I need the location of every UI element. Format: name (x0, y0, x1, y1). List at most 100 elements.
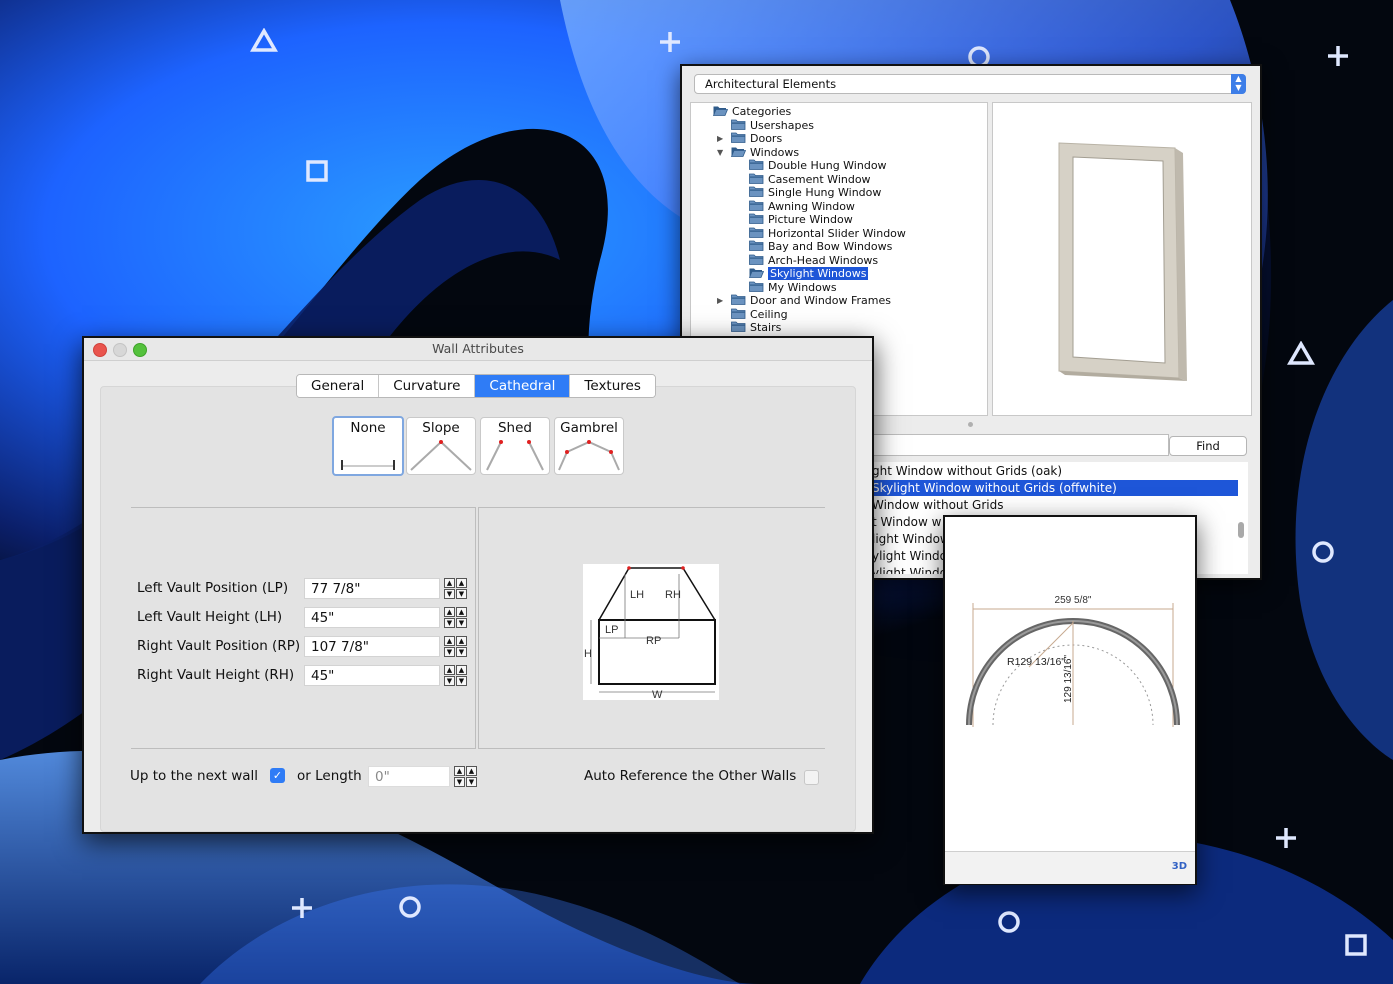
radius-label: R129 13/16" (1007, 656, 1065, 668)
folder-icon (731, 132, 746, 143)
length-input[interactable]: 0" (368, 766, 450, 787)
vault-diagram-panel: LH RH LP RP H W (478, 507, 825, 749)
disclosure-open-icon[interactable]: ▼ (717, 146, 723, 160)
result-item[interactable]: Skylight Window without Grids (offwhite) (862, 480, 1238, 496)
tree-item[interactable]: Single Hung Window (749, 186, 881, 200)
result-item-label: Skylight Window without Grids (offwhite) (872, 481, 1117, 495)
tree-item[interactable]: Casement Window (749, 173, 871, 187)
folder-open-icon (713, 105, 728, 116)
up-to-next-wall-checkbox[interactable]: ✓ (270, 768, 285, 783)
folder-icon (731, 119, 746, 130)
tree-item-label: Bay and Bow Windows (768, 240, 893, 253)
roof-none-button[interactable]: None (332, 416, 404, 476)
vault-field-stepper[interactable]: ▲ ▲ ▼ ▼ (444, 607, 468, 628)
folder-icon (749, 186, 764, 197)
result-item-label: ght Window without Grids (oak) (872, 464, 1063, 478)
tree-item[interactable]: ▶ Doors (717, 132, 783, 146)
folder-open-icon (731, 146, 746, 157)
tree-item[interactable]: ▶ Door and Window Frames (717, 294, 892, 308)
arch-elevation-drawing: 259 5/8" R129 13/16" 129 13/16" (966, 595, 1180, 727)
tree-item[interactable]: Ceiling (731, 308, 788, 322)
vault-field-label: Right Vault Position (RP) (137, 638, 301, 654)
circle-outline-icon (1310, 539, 1336, 565)
vault-field-stepper[interactable]: ▲ ▲ ▼ ▼ (444, 665, 468, 686)
splitter-handle[interactable] (968, 422, 973, 427)
vault-field-input[interactable]: 107 7/8" (304, 636, 440, 657)
tree-item[interactable]: Awning Window (749, 200, 855, 214)
tree-item[interactable]: Double Hung Window (749, 159, 887, 173)
result-item[interactable]: ght Window without Grids (oak) (862, 463, 1238, 479)
roof-type-label: Shed (497, 420, 532, 436)
vault-field-label: Left Vault Position (LP) (137, 580, 289, 596)
tab-cathedral[interactable]: Cathedral (475, 375, 571, 397)
width-dimension-label: 259 5/8" (1055, 595, 1092, 606)
vault-field-stepper[interactable]: ▲ ▲ ▼ ▼ (444, 578, 468, 599)
tree-item[interactable]: Usershapes (731, 119, 814, 133)
vault-field-input[interactable]: 77 7/8" (304, 578, 440, 599)
height-dimension-label: 129 13/16" (1063, 655, 1074, 703)
dialog-title: Wall Attributes (432, 341, 524, 356)
roof-slope-button[interactable]: Slope (406, 417, 476, 475)
view-3d-button[interactable]: 3D (1172, 861, 1187, 872)
tree-item-label: Doors (750, 132, 783, 145)
tree-item-label: Casement Window (768, 172, 871, 186)
search-input[interactable] (862, 434, 1169, 456)
plus-icon (658, 30, 682, 54)
disclosure-closed-icon[interactable]: ▶ (717, 132, 723, 146)
window-frame-preview-icon (1058, 142, 1187, 381)
tree-item[interactable]: Bay and Bow Windows (749, 240, 892, 254)
tree-item-label: Stairs (750, 321, 782, 334)
tree-item-label: Categories (732, 105, 792, 118)
plus-icon (1274, 826, 1298, 850)
tab-curvature[interactable]: Curvature (379, 375, 476, 397)
tab-general[interactable]: General (297, 375, 380, 397)
find-button[interactable]: Find (1169, 436, 1247, 456)
arch-window-footer: 3D (945, 851, 1195, 884)
length-stepper[interactable]: ▲ ▲ ▼ ▼ (454, 766, 478, 787)
roof-gambrel-button[interactable]: Gambrel (554, 417, 624, 475)
auto-reference-checkbox[interactable] (804, 770, 819, 785)
tree-item-label: Door and Window Frames (750, 294, 892, 307)
category-dropdown[interactable]: Architectural Elements ▲ ▼ (694, 74, 1246, 94)
tree-item-label: Skylight Windows (768, 267, 869, 280)
vault-field-stepper[interactable]: ▲ ▲ ▼ ▼ (444, 636, 468, 657)
up-to-next-wall-label: Up to the next wall (130, 768, 259, 784)
tree-item[interactable]: Stairs (731, 321, 781, 335)
tab-textures[interactable]: Textures (570, 375, 655, 397)
diagram-label-rp: RP (646, 635, 661, 647)
result-item[interactable]: Window without Grids (862, 497, 1238, 513)
wall-attributes-dialog: Wall Attributes General Curvature Cathedra… (82, 336, 874, 834)
roof-type-label: Slope (422, 420, 460, 436)
tree-item-label: Horizontal Slider Window (768, 226, 906, 240)
tree-item[interactable]: Arch-Head Windows (749, 254, 878, 268)
tree-item-label: Windows (750, 145, 800, 159)
vault-field-input[interactable]: 45" (304, 607, 440, 628)
dropdown-chevron-icon[interactable]: ▲ ▼ (1231, 74, 1246, 94)
auto-reference-label: Auto Reference the Other Walls (584, 768, 797, 784)
tree-item-label: Usershapes (750, 118, 814, 132)
tree-item[interactable]: My Windows (749, 281, 837, 295)
tree-item-label: Awning Window (768, 199, 855, 213)
folder-icon (731, 294, 746, 305)
folder-icon (749, 281, 764, 292)
disclosure-closed-icon[interactable]: ▶ (717, 294, 723, 308)
folder-icon (749, 173, 764, 184)
tree-item[interactable]: Horizontal Slider Window (749, 227, 906, 241)
tree-item[interactable]: ▼ Windows (717, 145, 800, 160)
tree-item[interactable]: Picture Window (749, 213, 853, 227)
tree-item[interactable]: Skylight Windows (749, 267, 869, 281)
folder-icon (749, 254, 764, 265)
plus-icon (290, 896, 314, 920)
or-length-label: or Length (297, 768, 362, 784)
vault-field-input[interactable]: 45" (304, 665, 440, 686)
result-item-label: ylight Windo (872, 549, 948, 563)
diagram-label-rh: RH (665, 589, 681, 601)
roof-shed-button[interactable]: Shed (480, 417, 550, 475)
folder-icon (731, 308, 746, 319)
tab-bar: General Curvature Cathedral Textures (296, 374, 656, 398)
results-scrollbar[interactable] (1238, 522, 1244, 538)
title-bar[interactable]: Wall Attributes (84, 338, 872, 361)
tree-item-label: Ceiling (750, 307, 788, 321)
tree-item[interactable]: Categories (713, 105, 791, 119)
result-item-label: light Window (872, 532, 950, 546)
